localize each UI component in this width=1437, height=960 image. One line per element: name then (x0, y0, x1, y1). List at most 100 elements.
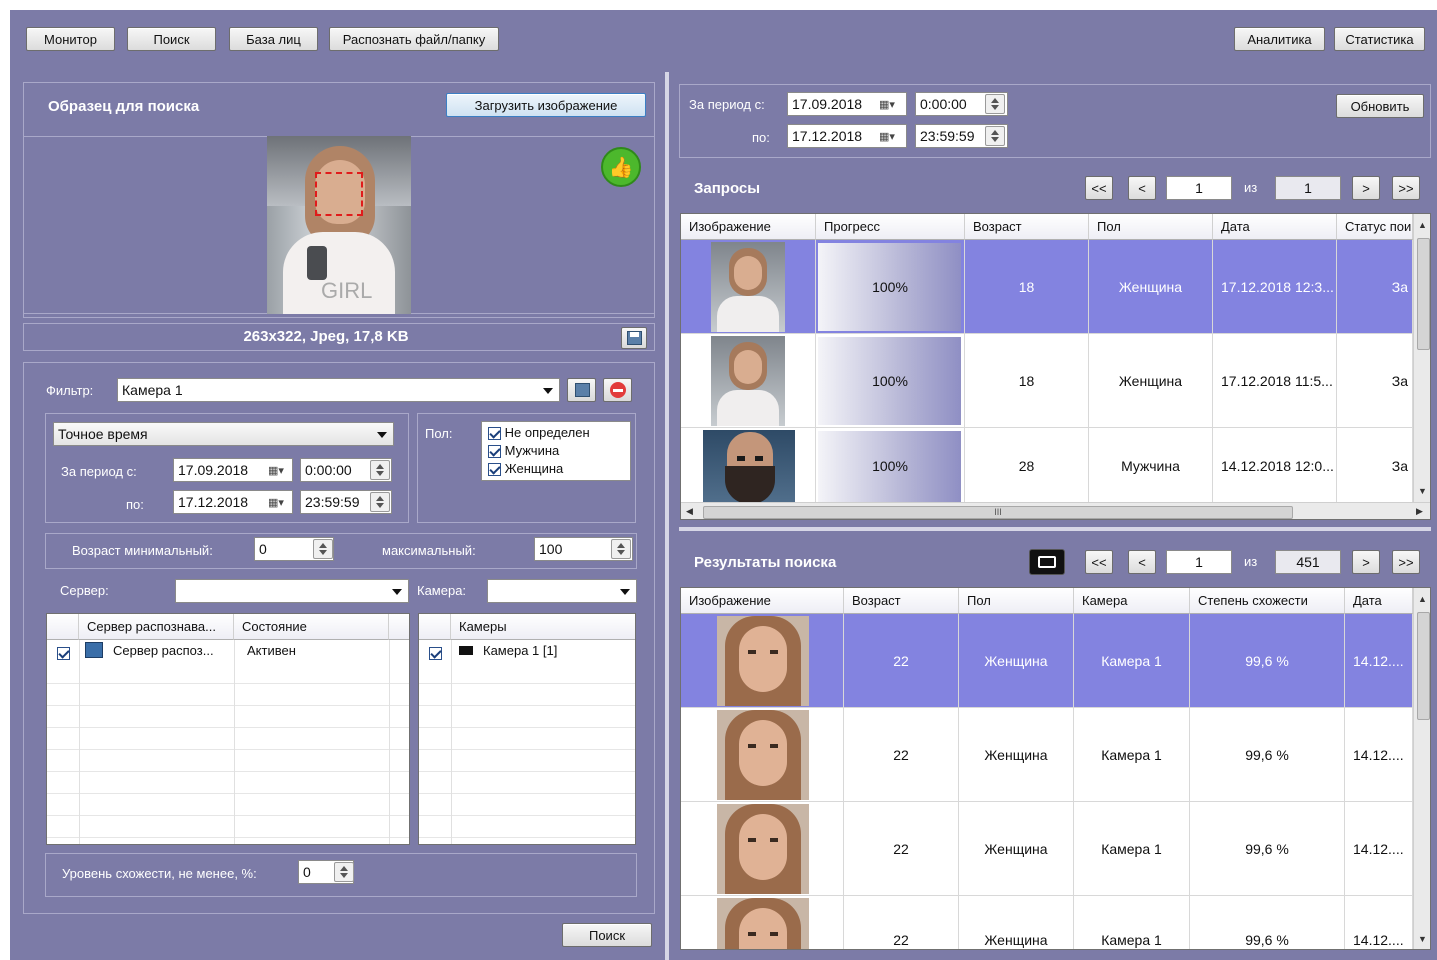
load-image-button[interactable]: Загрузить изображение (446, 93, 646, 117)
cameras-column-header[interactable]: Камеры (451, 614, 635, 640)
date-cell: 14.12.... (1345, 708, 1413, 802)
last-page-button[interactable]: >> (1392, 550, 1420, 574)
horizontal-splitter[interactable] (679, 527, 1431, 531)
age-max-spinner[interactable] (611, 539, 631, 559)
requests-time-to-spinner[interactable] (985, 126, 1005, 146)
recognize-file-button[interactable]: Распознать файл/папку (329, 27, 499, 51)
camera-cell: Камера 1 (1074, 614, 1190, 708)
search-button[interactable]: Поиск (562, 923, 652, 947)
face-db-button[interactable]: База лиц (229, 27, 318, 51)
scroll-down-icon[interactable]: ▼ (1418, 486, 1427, 496)
date-column-header[interactable]: Дата (1213, 214, 1337, 240)
gender-column-header[interactable]: Пол (959, 588, 1074, 614)
age-column-header[interactable]: Возраст (844, 588, 959, 614)
calendar-icon[interactable]: ▦▾ (261, 492, 291, 512)
scroll-down-icon[interactable]: ▼ (1418, 934, 1427, 944)
checkbox-icon[interactable] (429, 647, 442, 661)
scroll-left-icon[interactable]: ◀ (686, 506, 693, 517)
page-input[interactable]: 1 (1166, 550, 1232, 574)
print-icon[interactable] (1029, 549, 1065, 575)
analytics-button[interactable]: Аналитика (1234, 27, 1325, 51)
search-tab-button[interactable]: Поиск (127, 27, 216, 51)
similarity-column-header[interactable]: Степень схожести (1190, 588, 1345, 614)
vertical-splitter[interactable] (665, 72, 669, 960)
save-image-icon[interactable] (621, 327, 647, 349)
similarity-spinner[interactable] (334, 862, 354, 882)
age-cell: 22 (844, 802, 959, 896)
next-page-button[interactable]: > (1352, 176, 1380, 200)
date-column-header[interactable]: Дата (1345, 588, 1413, 614)
state-column-header[interactable]: Состояние (234, 614, 389, 640)
chevron-down-icon (620, 589, 630, 595)
first-page-button[interactable]: << (1085, 550, 1113, 574)
server-column-header[interactable]: Сервер распознава... (79, 614, 234, 640)
checkbox-icon[interactable] (57, 647, 70, 661)
delete-filter-icon[interactable] (603, 378, 632, 402)
requests-vertical-scrollbar[interactable]: ▲ ▼ (1413, 214, 1430, 502)
scroll-right-icon[interactable]: ▶ (1416, 506, 1423, 517)
requests-time-from-spinner[interactable] (985, 94, 1005, 114)
last-page-button[interactable]: >> (1392, 176, 1420, 200)
age-column-header[interactable]: Возраст (965, 214, 1089, 240)
scroll-up-icon[interactable]: ▲ (1418, 594, 1427, 604)
age-min-label: Возраст минимальный: (72, 543, 213, 558)
table-row[interactable]: 100% 18 Женщина 17.12.2018 12:3... За (681, 240, 1413, 334)
progress-cell: 100% (816, 428, 965, 504)
calendar-icon[interactable]: ▦▾ (261, 460, 291, 480)
age-min-spinner[interactable] (313, 539, 333, 559)
gender-option[interactable]: Не определен (488, 425, 624, 443)
save-filter-icon[interactable] (567, 378, 596, 402)
requests-horizontal-scrollbar[interactable]: ◀ III ▶ (681, 502, 1430, 519)
table-row[interactable]: 100% 28 Мужчина 14.12.2018 12:0... За (681, 428, 1413, 504)
app-window: Монитор Поиск База лиц Распознать файл/п… (10, 10, 1437, 960)
gender-option[interactable]: Мужчина (488, 443, 624, 461)
statistics-button[interactable]: Статистика (1334, 27, 1425, 51)
progress-text: 100% (872, 457, 908, 474)
time-from-spinner[interactable] (370, 460, 390, 480)
scrollbar-thumb[interactable] (1417, 238, 1430, 350)
image-column-header[interactable]: Изображение (681, 588, 844, 614)
scrollbar-thumb[interactable]: III (703, 506, 1293, 519)
camera-column-header[interactable]: Камера (1074, 588, 1190, 614)
first-page-button[interactable]: << (1085, 176, 1113, 200)
camera-cell: Камера 1 (1074, 802, 1190, 896)
time-mode-combo[interactable]: Точное время (53, 422, 394, 446)
status-cell: За (1337, 240, 1413, 334)
calendar-icon[interactable]: ▦▾ (872, 94, 902, 114)
calendar-icon[interactable]: ▦▾ (872, 126, 902, 146)
gender-option[interactable]: Женщина (488, 461, 624, 479)
time-to-spinner[interactable] (370, 492, 390, 512)
prev-page-button[interactable]: < (1128, 550, 1156, 574)
requests-period-to-label: по: (752, 130, 770, 145)
gender-column-header[interactable]: Пол (1089, 214, 1213, 240)
time-from-value: 0:00:00 (305, 462, 352, 478)
monitor-button[interactable]: Монитор (26, 27, 115, 51)
results-title: Результаты поиска (694, 554, 837, 571)
checkbox-icon[interactable] (488, 463, 501, 477)
table-row[interactable]: 22 Женщина Камера 1 99,6 % 14.12.... (681, 896, 1413, 949)
checkbox-icon[interactable] (488, 445, 501, 459)
date-cell: 14.12.... (1345, 614, 1413, 708)
page-of-label: из (1244, 180, 1258, 195)
camera-combo[interactable] (487, 579, 637, 603)
table-row[interactable]: 22 Женщина Камера 1 99,6 % 14.12.... (681, 708, 1413, 802)
results-vertical-scrollbar[interactable]: ▲ ▼ (1413, 588, 1430, 949)
refresh-button[interactable]: Обновить (1336, 94, 1424, 118)
table-row[interactable]: 22 Женщина Камера 1 99,6 % 14.12.... (681, 614, 1413, 708)
status-column-header[interactable]: Статус пои (1337, 214, 1413, 240)
table-row[interactable]: 100% 18 Женщина 17.12.2018 11:5... За (681, 334, 1413, 428)
date-cell: 14.12.... (1345, 896, 1413, 949)
camera-cell: Камера 1 (1074, 708, 1190, 802)
table-row[interactable]: Сервер распоз... Активен (47, 640, 409, 662)
scrollbar-thumb[interactable] (1417, 612, 1430, 720)
progress-column-header[interactable]: Прогресс (816, 214, 965, 240)
image-column-header[interactable]: Изображение (681, 214, 816, 240)
checkbox-icon[interactable] (488, 427, 501, 441)
filter-combo[interactable]: Камера 1 (117, 378, 560, 402)
scroll-up-icon[interactable]: ▲ (1418, 220, 1427, 230)
page-input[interactable]: 1 (1166, 176, 1232, 200)
next-page-button[interactable]: > (1352, 550, 1380, 574)
server-combo[interactable] (175, 579, 409, 603)
prev-page-button[interactable]: < (1128, 176, 1156, 200)
table-row[interactable]: 22 Женщина Камера 1 99,6 % 14.12.... (681, 802, 1413, 896)
